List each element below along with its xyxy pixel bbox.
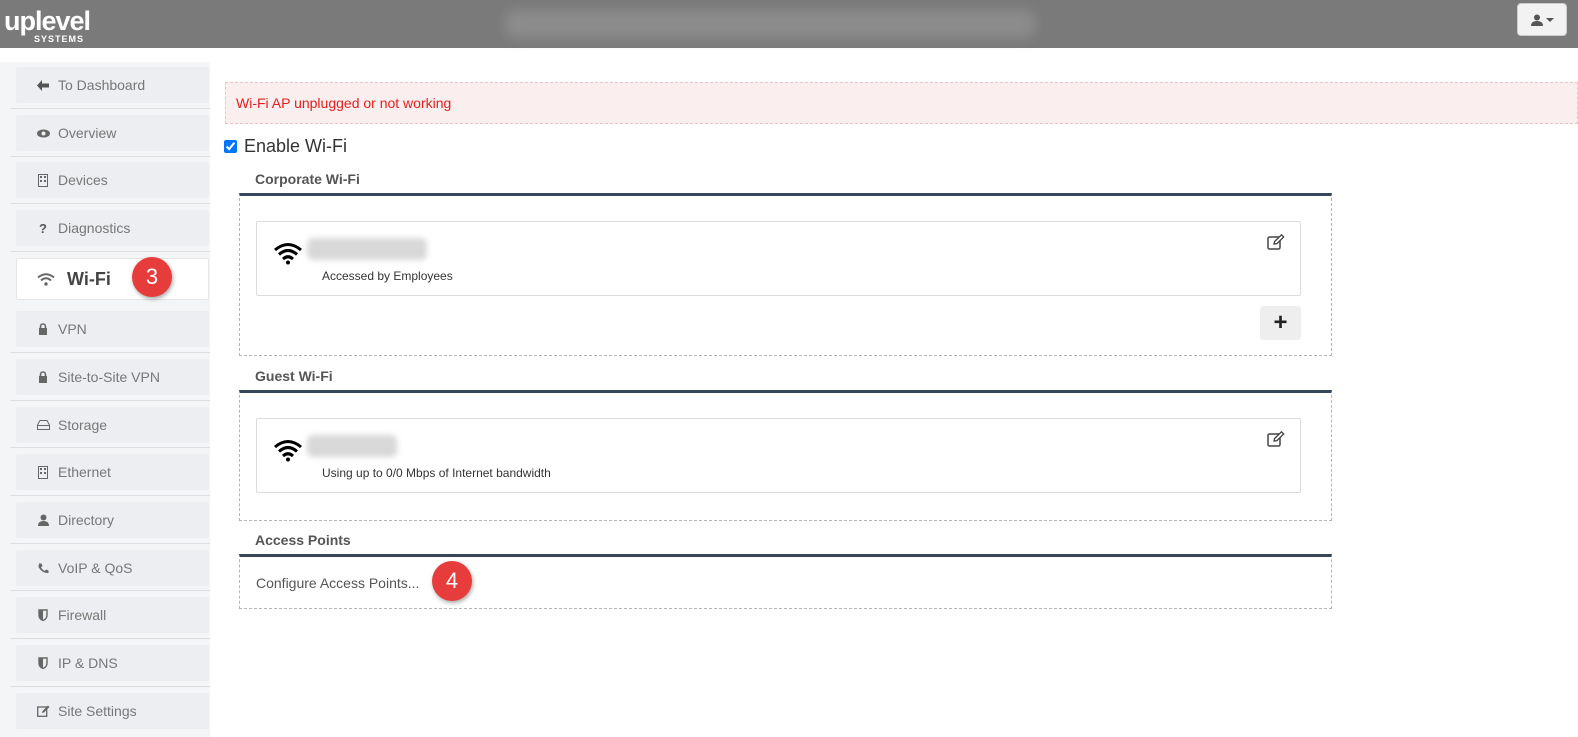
sidebar-item-label: Storage bbox=[58, 417, 108, 433]
edit-icon[interactable] bbox=[1267, 233, 1285, 255]
lock-icon bbox=[36, 371, 50, 383]
enable-wifi-row[interactable]: Enable Wi-Fi bbox=[224, 136, 347, 157]
sidebar-item-label: VPN bbox=[58, 321, 87, 337]
divider bbox=[10, 447, 210, 448]
step-badge-3: 3 bbox=[132, 257, 172, 297]
question-icon: ? bbox=[39, 220, 47, 236]
sidebar-item-storage[interactable]: Storage bbox=[16, 407, 209, 443]
divider bbox=[10, 156, 210, 157]
sidebar-item-vpn[interactable]: VPN bbox=[16, 311, 209, 347]
divider bbox=[10, 400, 210, 401]
divider bbox=[10, 686, 210, 687]
ssid-name-redacted bbox=[307, 435, 397, 457]
guest-wifi-panel: Using up to 0/0 Mbps of Internet bandwid… bbox=[239, 390, 1332, 521]
sidebar-item-ip-dns[interactable]: IP & DNS bbox=[16, 645, 209, 681]
logo-subtext: SYSTEMS bbox=[34, 34, 85, 44]
sidebar-item-to-dashboard[interactable]: To Dashboard bbox=[16, 67, 209, 103]
divider bbox=[10, 543, 210, 544]
divider bbox=[10, 590, 210, 591]
sidebar-item-label: Site-to-Site VPN bbox=[58, 369, 160, 385]
sidebar-item-label: Devices bbox=[58, 172, 108, 188]
edit-icon bbox=[36, 705, 50, 717]
alert-banner: Wi-Fi AP unplugged or not working bbox=[225, 82, 1578, 124]
add-network-button[interactable]: + bbox=[1260, 306, 1301, 340]
wifi-icon bbox=[37, 272, 55, 286]
alert-text: Wi-Fi AP unplugged or not working bbox=[236, 95, 452, 111]
user-icon bbox=[36, 514, 50, 526]
shield-icon bbox=[36, 609, 50, 621]
sidebar-item-label: Wi-Fi bbox=[67, 268, 111, 289]
enable-wifi-checkbox[interactable] bbox=[224, 140, 237, 153]
drive-icon bbox=[36, 420, 50, 430]
sidebar-item-wifi[interactable]: Wi-Fi bbox=[16, 258, 209, 300]
sidebar-item-label: Site Settings bbox=[58, 703, 137, 719]
sidebar-item-label: To Dashboard bbox=[58, 77, 146, 93]
sidebar-item-diagnostics[interactable]: ? Diagnostics bbox=[16, 210, 209, 246]
sidebar-item-label: Overview bbox=[58, 125, 117, 141]
guest-network-card: Using up to 0/0 Mbps of Internet bandwid… bbox=[256, 418, 1301, 493]
step-badge-4: 4 bbox=[432, 561, 472, 601]
sidebar-item-site-to-site-vpn[interactable]: Site-to-Site VPN bbox=[16, 359, 209, 395]
sidebar-item-label: IP & DNS bbox=[58, 655, 118, 671]
corporate-network-card: Accessed by Employees bbox=[256, 221, 1301, 296]
building-icon bbox=[36, 465, 50, 479]
wifi-icon bbox=[273, 439, 303, 467]
logo-text: uplevel bbox=[4, 6, 91, 36]
lock-icon bbox=[36, 323, 50, 335]
user-icon bbox=[1530, 14, 1543, 26]
configure-access-points-link[interactable]: Configure Access Points... bbox=[256, 575, 419, 591]
sidebar-item-label: Diagnostics bbox=[58, 220, 131, 236]
sidebar-item-label: Firewall bbox=[58, 607, 107, 623]
network-description: Using up to 0/0 Mbps of Internet bandwid… bbox=[322, 466, 551, 480]
phone-icon bbox=[36, 563, 50, 574]
caret-down-icon bbox=[1545, 17, 1554, 22]
divider bbox=[10, 203, 210, 204]
divider bbox=[10, 495, 210, 496]
blurred-page-title bbox=[505, 10, 1035, 38]
divider bbox=[10, 638, 210, 639]
access-points-panel: Configure Access Points... bbox=[239, 554, 1332, 609]
divider bbox=[10, 108, 210, 109]
uplevel-logo[interactable]: uplevel SYSTEMS bbox=[4, 2, 94, 46]
sidebar-item-devices[interactable]: Devices bbox=[16, 162, 209, 198]
top-bar: uplevel SYSTEMS bbox=[0, 0, 1578, 48]
user-menu-button[interactable] bbox=[1517, 3, 1567, 36]
shield-icon bbox=[36, 657, 50, 669]
sidebar-item-directory[interactable]: Directory bbox=[16, 502, 209, 538]
network-description: Accessed by Employees bbox=[322, 269, 453, 283]
divider bbox=[10, 251, 210, 252]
sidebar-item-label: Ethernet bbox=[58, 464, 111, 480]
guest-wifi-title: Guest Wi-Fi bbox=[255, 368, 333, 384]
corporate-wifi-panel: Accessed by Employees + bbox=[239, 193, 1332, 356]
sidebar-item-label: VoIP & QoS bbox=[58, 560, 133, 576]
corporate-wifi-title: Corporate Wi-Fi bbox=[255, 171, 360, 187]
arrow-left-icon bbox=[36, 79, 50, 91]
divider bbox=[10, 352, 210, 353]
ssid-name-redacted bbox=[307, 238, 427, 260]
access-points-title: Access Points bbox=[255, 532, 351, 548]
wifi-icon bbox=[273, 242, 303, 270]
enable-wifi-label: Enable Wi-Fi bbox=[244, 136, 348, 156]
sidebar-item-overview[interactable]: Overview bbox=[16, 115, 209, 151]
eye-icon bbox=[36, 129, 50, 138]
sidebar-item-site-settings[interactable]: Site Settings bbox=[16, 693, 209, 729]
edit-icon[interactable] bbox=[1267, 430, 1285, 452]
sidebar-item-firewall[interactable]: Firewall bbox=[16, 597, 209, 633]
sidebar-item-ethernet[interactable]: Ethernet bbox=[16, 454, 209, 490]
sidebar-item-label: Directory bbox=[58, 512, 115, 528]
building-icon bbox=[36, 173, 50, 187]
sidebar-item-voip-qos[interactable]: VoIP & QoS bbox=[16, 550, 209, 586]
